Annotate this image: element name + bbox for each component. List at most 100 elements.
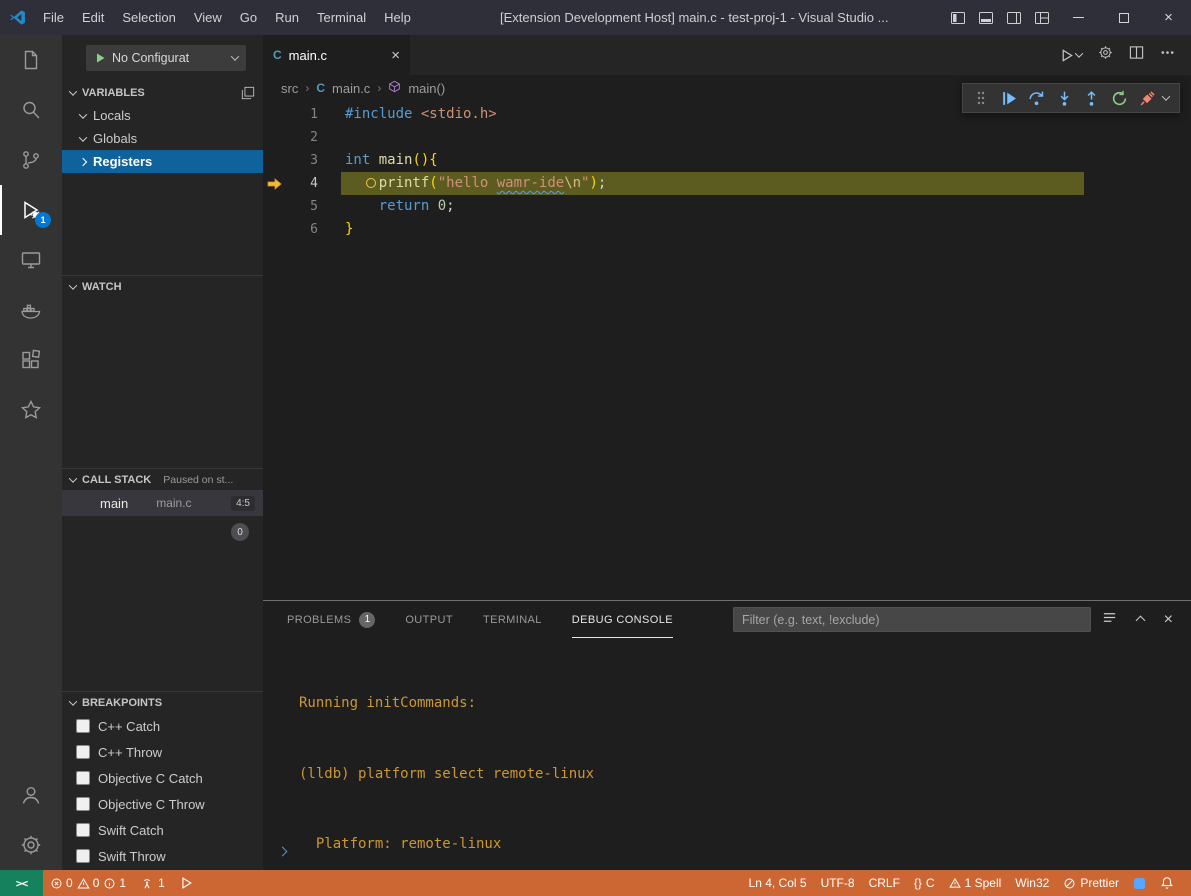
tab-debug-console[interactable]: DEBUG CONSOLE [572, 601, 673, 638]
checkbox[interactable] [76, 771, 90, 785]
remote-indicator[interactable]: >< [0, 870, 43, 896]
tab-problems[interactable]: PROBLEMS 1 [287, 601, 375, 638]
breadcrumb-src[interactable]: src [281, 81, 298, 96]
breakpoint-gutter[interactable] [263, 126, 285, 149]
extensions-icon[interactable] [0, 335, 62, 385]
explorer-icon[interactable] [0, 35, 62, 85]
start-debug-icon[interactable] [94, 52, 106, 64]
menu-edit[interactable]: Edit [73, 0, 113, 35]
editor-settings-gear-icon[interactable] [1098, 45, 1113, 65]
code-line-4-current[interactable]: 4 printf("hello wamr-ide\n"); [263, 172, 1191, 195]
breakpoint-cpp-catch[interactable]: C++ Catch [62, 713, 263, 739]
prettier-status[interactable]: Prettier [1056, 870, 1126, 896]
cursor-position-status[interactable]: Ln 4, Col 5 [742, 870, 814, 896]
step-over-icon[interactable] [1024, 86, 1048, 110]
breakpoint-objc-catch[interactable]: Objective C Catch [62, 765, 263, 791]
menu-help[interactable]: Help [375, 0, 420, 35]
launch-config-dropdown[interactable]: No Configurat [86, 45, 246, 71]
variables-item-globals[interactable]: Globals [62, 127, 263, 150]
split-editor-icon[interactable] [1129, 45, 1144, 65]
watch-section-header[interactable]: WATCH [62, 275, 263, 297]
debug-pointer-icon[interactable] [263, 172, 285, 195]
toggle-secondary-sidebar-icon[interactable] [1006, 10, 1022, 26]
breadcrumb-symbol[interactable]: main() [408, 81, 445, 96]
checkbox[interactable] [76, 849, 90, 863]
breakpoint-gutter[interactable] [263, 218, 285, 241]
problems-status[interactable]: 0 0 1 [43, 870, 133, 896]
step-into-icon[interactable] [1052, 86, 1076, 110]
run-file-button[interactable] [1059, 48, 1082, 63]
checkbox[interactable] [76, 797, 90, 811]
ports-status[interactable]: 1 [133, 870, 172, 896]
menu-terminal[interactable]: Terminal [308, 0, 375, 35]
breakpoint-cpp-throw[interactable]: C++ Throw [62, 739, 263, 765]
notifications-bell-icon[interactable] [1153, 870, 1181, 896]
breakpoints-section-header[interactable]: BREAKPOINTS [62, 691, 263, 713]
breakpoint-gutter[interactable] [263, 195, 285, 218]
minimize-button[interactable] [1056, 0, 1101, 35]
variables-item-locals[interactable]: Locals [62, 104, 263, 127]
variables-item-registers[interactable]: Registers [62, 150, 263, 173]
continue-icon[interactable] [997, 86, 1021, 110]
console-filter-input[interactable] [733, 607, 1091, 632]
status-extension-icon[interactable] [1126, 870, 1153, 896]
console-lines-icon[interactable] [1102, 610, 1117, 630]
source-control-icon[interactable] [0, 135, 62, 185]
restart-icon[interactable] [1108, 86, 1132, 110]
menu-file[interactable]: File [34, 0, 73, 35]
inline-breakpoint-icon[interactable] [366, 178, 376, 188]
menu-go[interactable]: Go [231, 0, 266, 35]
tab-terminal[interactable]: TERMINAL [483, 601, 542, 638]
call-stack-section-header[interactable]: CALL STACK Paused on st... [62, 468, 263, 490]
variables-section-header[interactable]: VARIABLES [62, 82, 263, 104]
checkbox[interactable] [76, 823, 90, 837]
customize-layout-icon[interactable] [1034, 10, 1050, 26]
tab-output[interactable]: OUTPUT [405, 601, 453, 638]
chevron-down-icon[interactable] [1163, 95, 1173, 101]
checkbox[interactable] [76, 745, 90, 759]
maximize-button[interactable] [1101, 0, 1146, 35]
breakpoint-objc-throw[interactable]: Objective C Throw [62, 791, 263, 817]
docker-icon[interactable] [0, 285, 62, 335]
settings-gear-icon[interactable] [0, 820, 62, 870]
step-out-icon[interactable] [1080, 86, 1104, 110]
remote-explorer-icon[interactable] [0, 235, 62, 285]
breakpoint-swift-catch[interactable]: Swift Catch [62, 817, 263, 843]
run-and-debug-icon[interactable]: 1 [0, 185, 62, 235]
maximize-panel-icon[interactable] [1137, 611, 1144, 629]
console-input-prompt[interactable] [279, 842, 286, 860]
code-line-6[interactable]: 6 } [263, 218, 1191, 241]
breakpoint-gutter[interactable] [263, 103, 285, 126]
close-tab-icon[interactable]: × [391, 47, 400, 64]
breakpoint-gutter[interactable] [263, 149, 285, 172]
eol-status[interactable]: CRLF [862, 870, 907, 896]
code-line-5[interactable]: 5 return 0; [263, 195, 1191, 218]
menu-run[interactable]: Run [266, 0, 308, 35]
tab-main-c[interactable]: C main.c × [263, 35, 410, 75]
checkbox[interactable] [76, 719, 90, 733]
collapse-all-icon[interactable] [241, 86, 255, 100]
toggle-sidebar-icon[interactable] [950, 10, 966, 26]
menu-view[interactable]: View [185, 0, 231, 35]
spell-checker-status[interactable]: 1 Spell [942, 870, 1009, 896]
breakpoint-swift-throw[interactable]: Swift Throw [62, 843, 263, 869]
toolbar-drag-grip-icon[interactable] [969, 86, 993, 110]
encoding-status[interactable]: UTF-8 [814, 870, 862, 896]
menu-selection[interactable]: Selection [113, 0, 184, 35]
platform-status[interactable]: Win32 [1008, 870, 1056, 896]
account-icon[interactable] [0, 770, 62, 820]
call-stack-frame[interactable]: main main.c 4:5 [62, 490, 263, 516]
more-actions-icon[interactable] [1160, 45, 1175, 65]
code-line-2[interactable]: 2 [263, 126, 1191, 149]
code-editor[interactable]: 1 #include <stdio.h> 2 3 int main(){ 4 p… [263, 101, 1191, 241]
code-line-3[interactable]: 3 int main(){ [263, 149, 1191, 172]
toggle-panel-icon[interactable] [978, 10, 994, 26]
disconnect-icon[interactable] [1135, 86, 1159, 110]
close-button[interactable]: × [1146, 0, 1191, 35]
close-panel-icon[interactable]: × [1164, 611, 1173, 629]
language-mode-status[interactable]: {} C [907, 870, 942, 896]
search-icon[interactable] [0, 85, 62, 135]
debug-status-icon[interactable] [172, 870, 200, 896]
marketplace-star-icon[interactable] [0, 385, 62, 435]
breadcrumb-file[interactable]: main.c [332, 81, 370, 96]
